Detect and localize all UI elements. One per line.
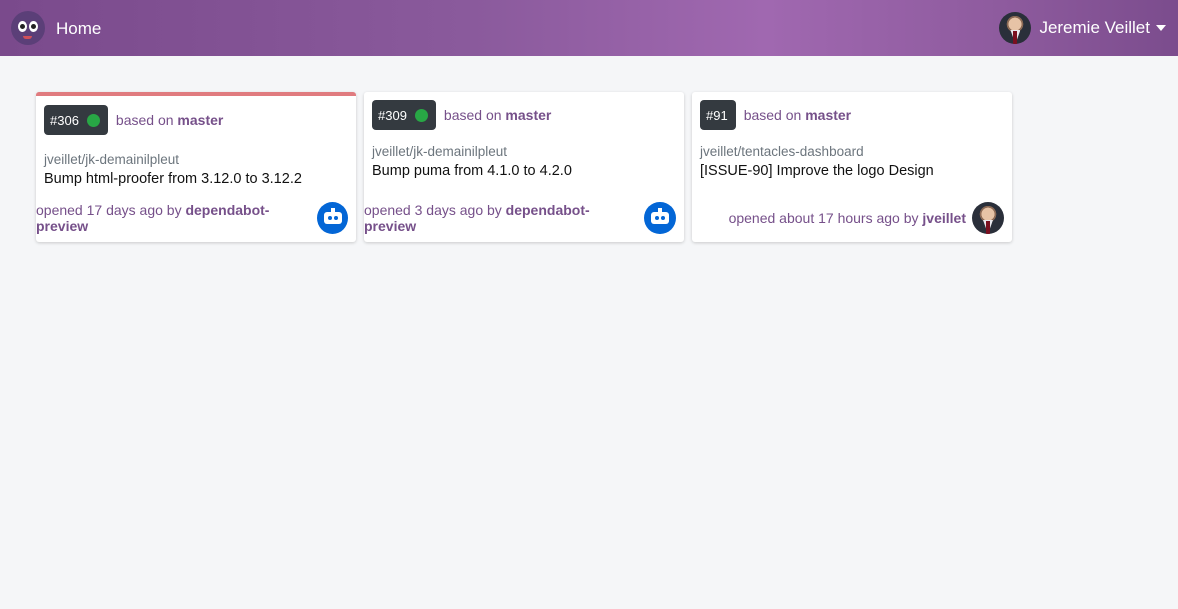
user-name: Jeremie Veillet (1039, 18, 1150, 37)
pr-number: #91 (706, 107, 728, 123)
pr-number-badge[interactable]: #306 (44, 105, 108, 135)
opened-prefix: opened about 17 hours ago by (728, 210, 919, 226)
pr-number: #309 (378, 107, 407, 123)
pr-number-badge[interactable]: #91 (700, 100, 736, 130)
repo-name[interactable]: jveillet/jk-demainilpleut (372, 144, 507, 159)
opened-text: opened 3 days ago by dependabot-preview (364, 202, 638, 234)
base-branch-text: based on master (744, 107, 851, 123)
user-avatar (999, 12, 1032, 44)
base-branch-text: based on master (116, 112, 223, 128)
user-menu[interactable]: Jeremie Veillet (999, 12, 1166, 44)
logo-mouth (23, 36, 32, 39)
based-prefix: based on (743, 107, 802, 123)
author-avatar (972, 202, 1004, 234)
dependabot-icon (317, 202, 348, 234)
logo-eye-left (18, 21, 27, 32)
pull-request-card[interactable]: #91 based on master jveillet/tentacles-d… (692, 92, 1012, 242)
pr-number-badge[interactable]: #309 (372, 100, 436, 130)
top-navbar: Home Jeremie Veillet (0, 0, 1178, 56)
app-logo-icon[interactable] (11, 11, 45, 45)
dependabot-icon (644, 202, 676, 234)
opened-prefix: opened 17 days ago by (36, 202, 182, 218)
base-branch-name: master (805, 107, 852, 123)
opened-prefix: opened 3 days ago by (364, 202, 502, 218)
base-branch-name: master (177, 112, 224, 128)
repo-name[interactable]: jveillet/tentacles-dashboard (700, 144, 864, 159)
status-success-icon (414, 108, 428, 122)
pr-title[interactable]: [ISSUE-90] Improve the logo Design (700, 163, 934, 179)
based-prefix: based on (443, 107, 502, 123)
card-footer: opened 17 days ago by dependabot-preview (36, 202, 348, 234)
base-branch-text: based on master (444, 107, 551, 123)
pull-request-card[interactable]: #309 based on master jveillet/jk-demaini… (364, 92, 684, 242)
repo-name[interactable]: jveillet/jk-demainilpleut (44, 152, 179, 167)
pull-request-card[interactable]: #306 based on master jveillet/jk-demaini… (36, 92, 356, 242)
author-link[interactable]: jveillet (922, 210, 966, 226)
logo-eye-right (29, 21, 38, 32)
home-link[interactable]: Home (56, 19, 101, 39)
card-footer: opened 3 days ago by dependabot-preview (364, 202, 676, 234)
card-header: #91 based on master (700, 100, 851, 130)
base-branch-name: master (505, 107, 552, 123)
card-header: #306 based on master (44, 105, 223, 135)
pr-title[interactable]: Bump puma from 4.1.0 to 4.2.0 (372, 163, 572, 179)
status-success-icon (86, 113, 100, 127)
opened-text: opened about 17 hours ago by jveillet (729, 210, 966, 226)
opened-text: opened 17 days ago by dependabot-preview (36, 202, 311, 234)
card-header: #309 based on master (372, 100, 551, 130)
pr-number: #306 (50, 112, 79, 128)
card-footer: opened about 17 hours ago by jveillet (729, 202, 1004, 234)
based-prefix: based on (115, 112, 174, 128)
pr-title[interactable]: Bump html-proofer from 3.12.0 to 3.12.2 (44, 171, 302, 187)
chevron-down-icon (1156, 25, 1166, 31)
